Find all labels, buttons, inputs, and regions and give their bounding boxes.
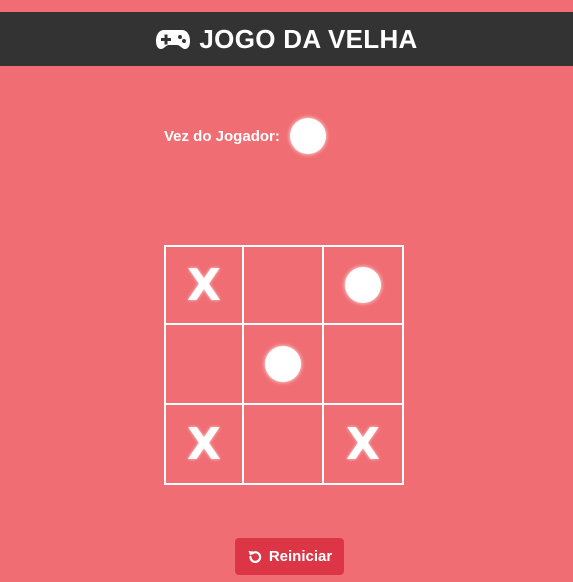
board-cell-9[interactable]: X [324, 405, 404, 485]
board-cell-5[interactable] [244, 325, 324, 405]
game-board: X X X [164, 245, 404, 486]
x-mark: X [187, 259, 221, 311]
board-cell-6[interactable] [324, 325, 404, 405]
board-cell-7[interactable]: X [164, 405, 244, 485]
o-mark [345, 267, 381, 303]
x-mark: X [346, 418, 380, 470]
x-mark: X [187, 418, 221, 470]
app-header: JOGO DA VELHA [0, 12, 573, 66]
board-cell-3[interactable] [324, 245, 404, 325]
gamepad-icon [155, 27, 191, 51]
o-mark [265, 346, 301, 382]
page-title: JOGO DA VELHA [199, 23, 418, 54]
current-player-o-mark [289, 118, 326, 154]
turn-label: Vez do Jogador: [164, 127, 280, 145]
turn-indicator: Vez do Jogador: [164, 118, 326, 154]
board-cell-1[interactable]: X [164, 245, 244, 325]
board-cell-8[interactable] [244, 405, 324, 485]
board-cell-2[interactable] [244, 245, 324, 325]
restart-button[interactable]: Reiniciar [235, 538, 344, 575]
top-strip [0, 0, 573, 12]
board-cell-4[interactable] [164, 325, 244, 405]
undo-icon [247, 549, 263, 565]
restart-label: Reiniciar [268, 548, 333, 565]
